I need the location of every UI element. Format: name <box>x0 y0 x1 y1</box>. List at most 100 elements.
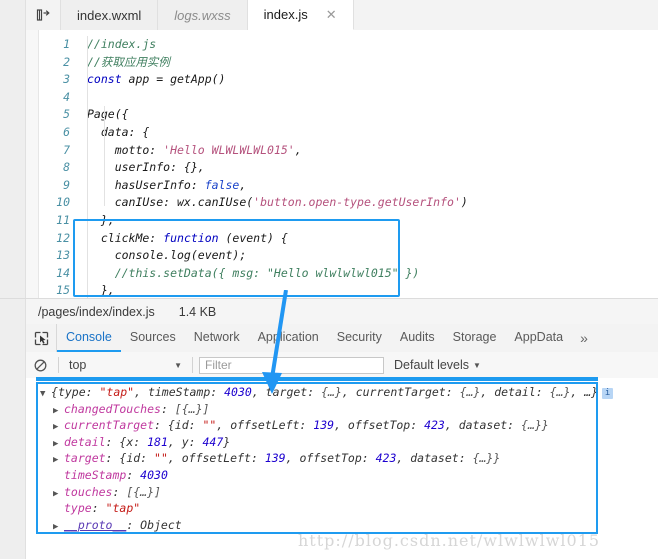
line-number: 3 <box>63 72 70 87</box>
left-activity-rail <box>0 299 26 325</box>
console-token: , timeStamp: <box>134 385 225 399</box>
console-token: : <box>112 484 127 499</box>
divider <box>192 357 193 373</box>
console-token: detail <box>64 434 106 449</box>
code-line-8: userInfo: {}, <box>87 160 205 175</box>
line-number: 9 <box>63 177 70 192</box>
console-token: , offsetTop: <box>285 451 376 466</box>
editor-scroll-strip[interactable] <box>26 30 39 298</box>
disclosure-triangle-icon[interactable]: ▼ <box>40 386 51 403</box>
line-number: 14 <box>56 265 70 280</box>
clear-console-icon[interactable] <box>26 359 54 372</box>
tab-application[interactable]: Application <box>249 324 328 352</box>
code-line-1: //index.js <box>77 36 658 54</box>
console-token: currentTarget <box>64 418 155 433</box>
indent-guide <box>87 36 88 298</box>
tab-index-js[interactable]: index.js ✕ <box>247 0 354 30</box>
console-token: : Object <box>126 517 182 532</box>
left-activity-rail <box>0 30 26 298</box>
console-token: [{…}] <box>126 484 161 499</box>
tab-appdata[interactable]: AppData <box>505 324 572 352</box>
tab-label: Sources <box>129 330 176 344</box>
tab-security[interactable]: Security <box>328 324 391 352</box>
console-token: : <box>91 501 106 516</box>
console-token: 139 <box>313 418 335 433</box>
console-context-select[interactable]: top ▼ <box>63 358 188 372</box>
console-token: : <box>126 467 141 482</box>
info-source-badge[interactable]: i <box>602 388 614 399</box>
console-token: {…} <box>321 385 342 399</box>
console-highlight-top <box>36 377 598 381</box>
console-token: type <box>64 501 92 516</box>
console-entry-touches[interactable]: ▶ touches: [{…}] <box>40 484 595 501</box>
code-line-3: const app = getApp() <box>87 72 226 87</box>
comment-token: //index.js <box>87 37 157 51</box>
line-number: 6 <box>63 124 70 139</box>
line-number: 12 <box>56 230 70 245</box>
console-token: : {id: <box>105 451 155 466</box>
chevron-down-icon: ▼ <box>473 360 481 370</box>
code-line-2: //获取应用实例 <box>77 54 658 72</box>
tab-network[interactable]: Network <box>185 324 249 352</box>
filter-input[interactable]: Filter <box>199 356 384 374</box>
console-token: type: <box>57 385 100 399</box>
disclosure-triangle-icon[interactable]: ▶ <box>53 519 64 536</box>
line-number: 5 <box>63 107 70 122</box>
console-token: 181 <box>147 434 168 449</box>
line-number: 4 <box>63 89 70 104</box>
code-line-15: }, <box>87 283 115 298</box>
inspect-element-icon[interactable] <box>26 324 57 352</box>
tab-label: Audits <box>399 330 435 344</box>
line-number: 8 <box>63 160 70 175</box>
tab-console[interactable]: Console <box>57 324 121 352</box>
close-icon[interactable]: ✕ <box>326 8 337 21</box>
line-number: 10 <box>56 195 70 210</box>
code-line-13: console.log(event); <box>87 248 247 263</box>
tab-logs-wxss[interactable]: logs.wxss <box>158 0 248 30</box>
console-token: [{…}] <box>174 401 210 416</box>
console-entry-timeStamp[interactable]: timeStamp: 4030 <box>40 467 595 484</box>
console-token: {…}} <box>521 418 549 433</box>
code-line-7: motto: 'Hello WLWLWLWL015', <box>87 142 302 157</box>
console-token: : <box>160 401 175 416</box>
devtools-tab-bar: Console Sources Network Application Secu… <box>0 324 658 353</box>
tab-storage[interactable]: Storage <box>444 324 506 352</box>
console-token: , offsetTop: <box>334 418 425 433</box>
tab-sources[interactable]: Sources <box>121 324 185 352</box>
console-token: { <box>51 385 58 399</box>
file-path-status-bar: /pages/index/index.js 1.4 KB <box>0 298 658 326</box>
console-entry-currentTarget[interactable]: ▶ currentTarget: {id: "", offsetLeft: 139… <box>40 417 595 434</box>
tab-label: Security <box>336 330 382 344</box>
tab-index-wxml[interactable]: index.wxml <box>61 0 159 30</box>
line-number: 11 <box>56 212 70 227</box>
context-value: top <box>69 358 87 372</box>
console-entry-detail[interactable]: ▶ detail: {x: 181, y: 447} <box>40 434 595 451</box>
tab-label: Application <box>257 330 319 344</box>
console-entry-changedTouches[interactable]: ▶ changedTouches: [{…}] <box>40 401 595 418</box>
console-token: 423 <box>375 451 397 466</box>
console-token: , detail: <box>480 385 550 399</box>
console-token: timeStamp <box>64 467 127 482</box>
console-entry-target[interactable]: ▶ target: {id: "", offsetLeft: 139, offse… <box>40 450 595 467</box>
console-log-group[interactable]: ▼ {type: "tap", timeStamp: 4030, target: … <box>40 384 614 536</box>
line-number-gutter: 1 2 3 4 5 6 7 8 9 10 11 12 13 14 15 <box>39 30 77 298</box>
code-text-area[interactable]: //index.js //获取应用实例 const app = getApp()… <box>77 30 658 298</box>
console-token: target <box>64 451 106 466</box>
console-entry-type[interactable]: type: "tap" <box>40 500 595 517</box>
more-tabs-icon[interactable]: » <box>572 324 596 352</box>
split-panel-icon[interactable] <box>26 0 61 30</box>
console-token: 139 <box>264 451 286 466</box>
tab-audits[interactable]: Audits <box>391 324 444 352</box>
file-path-label: /pages/index/index.js <box>38 305 155 319</box>
log-level-select[interactable]: Default levels ▼ <box>394 358 481 372</box>
console-token: 447 <box>202 434 224 449</box>
code-line-14: //this.setData({ msg: "Hello wlwlwlwl015… <box>87 265 420 280</box>
code-line-11: }, <box>87 212 115 227</box>
console-token: : {x: <box>105 434 148 449</box>
console-entry-root[interactable]: ▼ {type: "tap", timeStamp: 4030, target: … <box>40 384 614 403</box>
indent-guide <box>104 106 105 206</box>
console-token: , …} <box>570 385 599 399</box>
console-token: 4030 <box>140 467 168 482</box>
code-editor[interactable]: 1 2 3 4 5 6 7 8 9 10 11 12 13 14 15 //in… <box>0 30 658 298</box>
